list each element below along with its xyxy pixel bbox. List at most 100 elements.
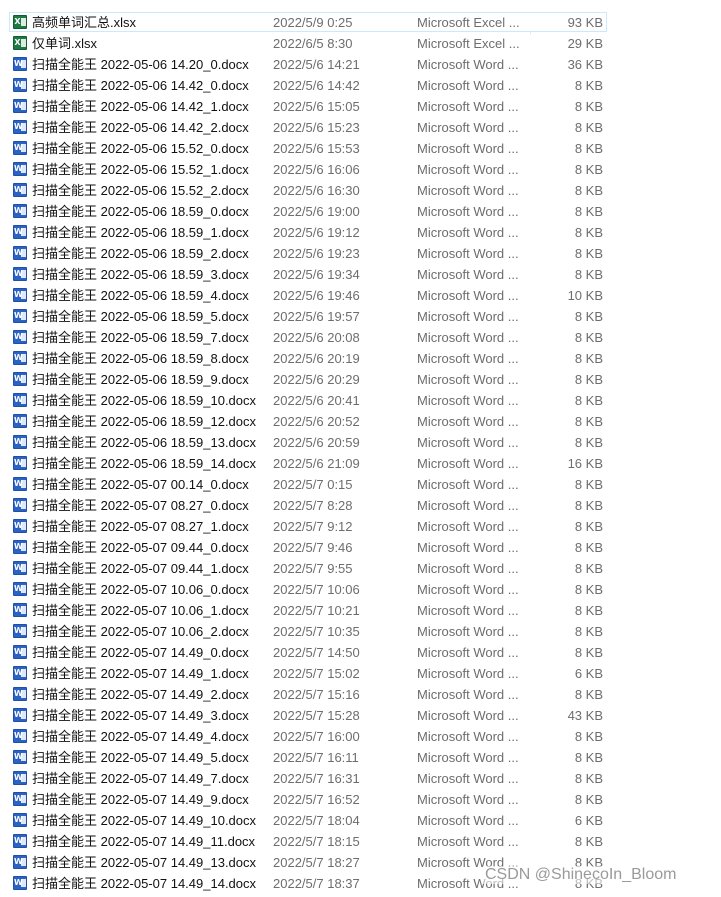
- file-row[interactable]: W 扫描全能王 2022-05-06 14.20_0.docx 2022/5/6 1…: [0, 54, 721, 75]
- file-size: 8 KB: [574, 792, 603, 807]
- file-name: 扫描全能王 2022-05-07 14.49_0.docx: [32, 645, 249, 660]
- file-row[interactable]: W 扫描全能王 2022-05-06 18.59_7.docx 2022/5/6 2…: [0, 327, 721, 348]
- file-row[interactable]: W 扫描全能王 2022-05-06 18.59_4.docx 2022/5/6 1…: [0, 285, 721, 306]
- file-size: 8 KB: [574, 582, 603, 597]
- file-type: Microsoft Excel ...: [417, 15, 520, 30]
- file-row[interactable]: W 扫描全能王 2022-05-06 18.59_8.docx 2022/5/6 2…: [0, 348, 721, 369]
- icon-glyph: W: [14, 647, 23, 656]
- icon-page: [21, 879, 26, 887]
- file-row[interactable]: W 扫描全能王 2022-05-06 14.42_1.docx 2022/5/6 1…: [0, 96, 721, 117]
- file-row[interactable]: W 扫描全能王 2022-05-06 15.52_0.docx 2022/5/6 1…: [0, 138, 721, 159]
- file-row[interactable]: W 扫描全能王 2022-05-07 08.27_1.docx 2022/5/7 9…: [0, 516, 721, 537]
- file-row[interactable]: W 扫描全能王 2022-05-07 14.49_0.docx 2022/5/7 1…: [0, 642, 721, 663]
- file-row[interactable]: W 扫描全能王 2022-05-07 08.27_0.docx 2022/5/7 8…: [0, 495, 721, 516]
- file-date: 2022/5/6 16:30: [273, 183, 360, 198]
- file-type: Microsoft Word ...: [417, 246, 519, 261]
- file-row[interactable]: W 扫描全能王 2022-05-06 18.59_9.docx 2022/5/6 2…: [0, 369, 721, 390]
- word-icon: W: [13, 834, 27, 848]
- file-row[interactable]: W 扫描全能王 2022-05-07 14.49_10.docx 2022/5/7 …: [0, 810, 721, 831]
- file-list: X 高频单词汇总.xlsx 2022/5/9 0:25 Microsoft Excel…: [0, 12, 721, 894]
- file-row[interactable]: X 仅单词.xlsx 2022/6/5 8:30 Microsoft Excel ..…: [0, 33, 721, 54]
- icon-glyph: W: [14, 815, 23, 824]
- file-row[interactable]: W 扫描全能王 2022-05-06 18.59_14.docx 2022/5/6 …: [0, 453, 721, 474]
- icon-page: [21, 207, 26, 215]
- file-name: 扫描全能王 2022-05-07 08.27_1.docx: [32, 519, 249, 534]
- watermark: CSDN @ShinecoIn_Bloom: [483, 866, 679, 884]
- file-type: Microsoft Word ...: [417, 435, 519, 450]
- file-row[interactable]: W 扫描全能王 2022-05-07 10.06_1.docx 2022/5/7 1…: [0, 600, 721, 621]
- file-size: 43 KB: [567, 708, 603, 723]
- icon-page: [21, 753, 26, 761]
- file-row[interactable]: W 扫描全能王 2022-05-06 18.59_12.docx 2022/5/6 …: [0, 411, 721, 432]
- file-row[interactable]: W 扫描全能王 2022-05-07 14.49_7.docx 2022/5/7 1…: [0, 768, 721, 789]
- file-row[interactable]: W 扫描全能王 2022-05-06 14.42_0.docx 2022/5/6 1…: [0, 75, 721, 96]
- icon-glyph: W: [14, 668, 23, 677]
- file-type: Microsoft Word ...: [417, 120, 519, 135]
- file-size: 8 KB: [574, 78, 603, 93]
- file-row[interactable]: W 扫描全能王 2022-05-06 18.59_5.docx 2022/5/6 1…: [0, 306, 721, 327]
- file-size: 8 KB: [574, 834, 603, 849]
- icon-page: [21, 270, 26, 278]
- icon-glyph: W: [14, 836, 23, 845]
- file-row[interactable]: W 扫描全能王 2022-05-06 18.59_0.docx 2022/5/6 1…: [0, 201, 721, 222]
- file-type: Microsoft Word ...: [417, 267, 519, 282]
- word-icon: W: [13, 309, 27, 323]
- file-size: 8 KB: [574, 351, 603, 366]
- file-date: 2022/5/7 16:00: [273, 729, 360, 744]
- file-row[interactable]: W 扫描全能王 2022-05-06 15.52_1.docx 2022/5/6 1…: [0, 159, 721, 180]
- file-row[interactable]: W 扫描全能王 2022-05-07 00.14_0.docx 2022/5/7 0…: [0, 474, 721, 495]
- file-row[interactable]: W 扫描全能王 2022-05-07 09.44_0.docx 2022/5/7 9…: [0, 537, 721, 558]
- file-row[interactable]: W 扫描全能王 2022-05-07 14.49_11.docx 2022/5/7 …: [0, 831, 721, 852]
- file-row[interactable]: W 扫描全能王 2022-05-06 18.59_3.docx 2022/5/6 1…: [0, 264, 721, 285]
- file-type: Microsoft Word ...: [417, 393, 519, 408]
- icon-glyph: W: [14, 773, 23, 782]
- icon-glyph: W: [14, 416, 23, 425]
- file-row[interactable]: W 扫描全能王 2022-05-06 18.59_1.docx 2022/5/6 1…: [0, 222, 721, 243]
- file-row[interactable]: W 扫描全能王 2022-05-07 14.49_4.docx 2022/5/7 1…: [0, 726, 721, 747]
- file-size: 6 KB: [574, 666, 603, 681]
- file-type: Microsoft Word ...: [417, 372, 519, 387]
- file-row[interactable]: W 扫描全能王 2022-05-06 14.42_2.docx 2022/5/6 1…: [0, 117, 721, 138]
- file-row[interactable]: W 扫描全能王 2022-05-07 10.06_0.docx 2022/5/7 1…: [0, 579, 721, 600]
- word-icon: W: [13, 78, 27, 92]
- word-icon: W: [13, 393, 27, 407]
- file-type: Microsoft Word ...: [417, 792, 519, 807]
- file-name: 仅单词.xlsx: [32, 36, 98, 51]
- file-date: 2022/5/6 20:41: [273, 393, 360, 408]
- icon-glyph: W: [14, 374, 23, 383]
- file-date: 2022/5/9 0:25: [273, 15, 353, 30]
- file-row[interactable]: W 扫描全能王 2022-05-07 14.49_2.docx 2022/5/7 1…: [0, 684, 721, 705]
- icon-glyph: W: [14, 542, 23, 551]
- icon-page: [21, 522, 26, 530]
- file-date: 2022/5/7 9:55: [273, 561, 353, 576]
- file-row[interactable]: W 扫描全能王 2022-05-06 15.52_2.docx 2022/5/6 1…: [0, 180, 721, 201]
- file-date: 2022/5/7 18:15: [273, 834, 360, 849]
- file-row[interactable]: W 扫描全能王 2022-05-07 09.44_1.docx 2022/5/7 9…: [0, 558, 721, 579]
- file-size: 8 KB: [574, 330, 603, 345]
- file-size: 8 KB: [574, 750, 603, 765]
- icon-page: [21, 375, 26, 383]
- file-row[interactable]: W 扫描全能王 2022-05-07 14.49_1.docx 2022/5/7 1…: [0, 663, 721, 684]
- file-row[interactable]: W 扫描全能王 2022-05-06 18.59_2.docx 2022/5/6 1…: [0, 243, 721, 264]
- file-row[interactable]: W 扫描全能王 2022-05-07 14.49_3.docx 2022/5/7 1…: [0, 705, 721, 726]
- file-row[interactable]: W 扫描全能王 2022-05-06 18.59_13.docx 2022/5/6 …: [0, 432, 721, 453]
- file-row[interactable]: W 扫描全能王 2022-05-07 14.49_9.docx 2022/5/7 1…: [0, 789, 721, 810]
- file-name: 扫描全能王 2022-05-07 14.49_10.docx: [32, 813, 257, 828]
- file-row[interactable]: W 扫描全能王 2022-05-06 18.59_10.docx 2022/5/6 …: [0, 390, 721, 411]
- icon-page: [21, 858, 26, 866]
- file-date: 2022/5/7 16:31: [273, 771, 360, 786]
- file-row[interactable]: W 扫描全能王 2022-05-07 14.49_5.docx 2022/5/7 1…: [0, 747, 721, 768]
- icon-glyph: W: [14, 500, 23, 509]
- file-row[interactable]: W 扫描全能王 2022-05-07 10.06_2.docx 2022/5/7 1…: [0, 621, 721, 642]
- word-icon: W: [13, 414, 27, 428]
- word-icon: W: [13, 729, 27, 743]
- icon-page: [21, 123, 26, 131]
- file-size: 8 KB: [574, 309, 603, 324]
- file-date: 2022/5/7 16:11: [273, 750, 359, 765]
- file-type: Microsoft Word ...: [417, 750, 519, 765]
- word-icon: W: [13, 813, 27, 827]
- file-type: Microsoft Word ...: [417, 309, 519, 324]
- file-size: 8 KB: [574, 540, 603, 555]
- file-row[interactable]: X 高频单词汇总.xlsx 2022/5/9 0:25 Microsoft Excel…: [0, 12, 721, 33]
- word-icon: W: [13, 456, 27, 470]
